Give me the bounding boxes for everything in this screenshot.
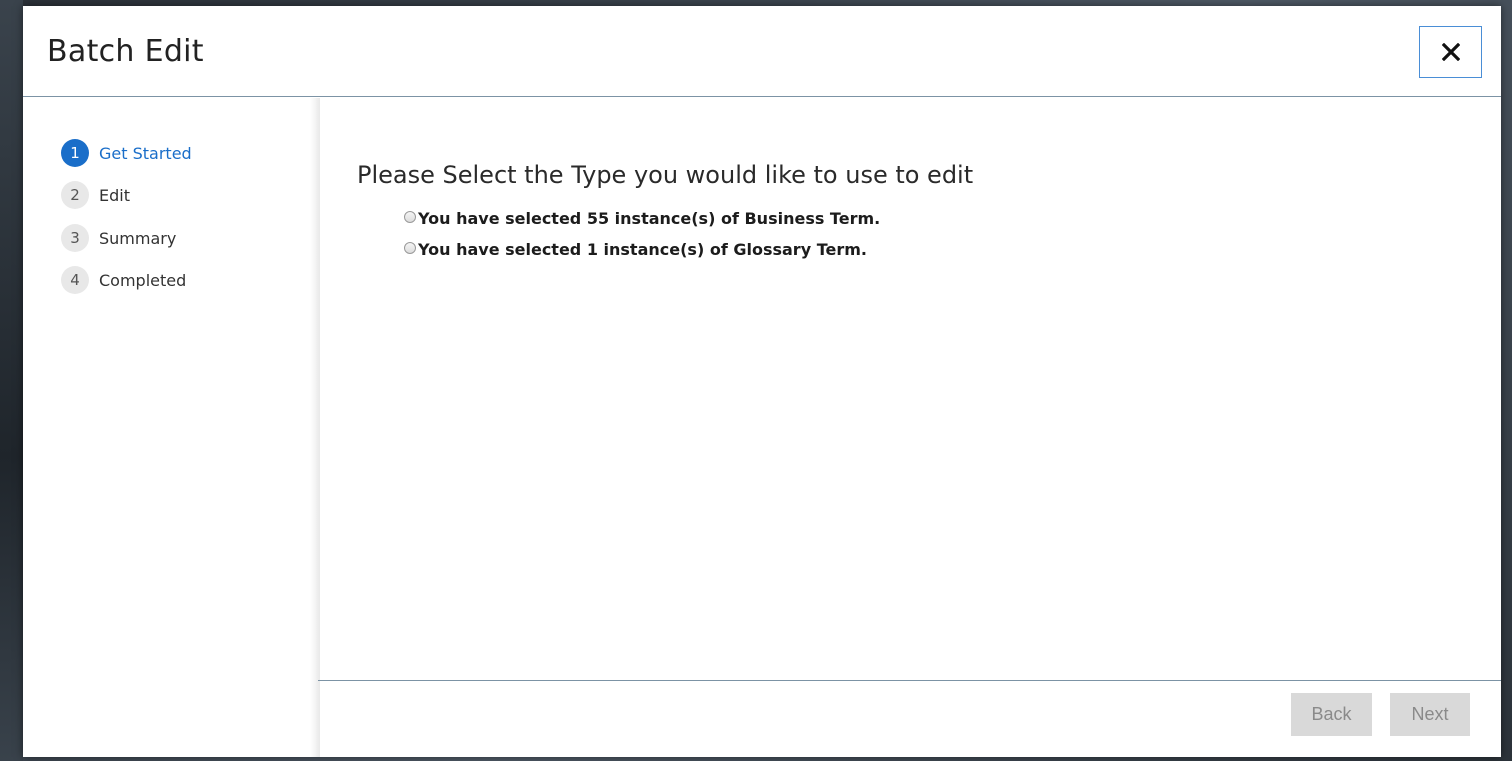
close-icon [1441, 43, 1460, 61]
type-selection-prompt: Please Select the Type you would like to… [357, 161, 974, 189]
dialog-footer: Back Next [318, 680, 1501, 757]
step-label: Completed [99, 270, 187, 290]
step-number-badge: 2 [61, 181, 89, 209]
dialog-title: Batch Edit [47, 34, 204, 69]
next-button[interactable]: Next [1390, 693, 1470, 736]
business-term-radio[interactable] [404, 210, 416, 223]
step-completed[interactable]: 4 Completed [61, 265, 186, 295]
dialog-header: Batch Edit [23, 6, 1501, 97]
step-get-started[interactable]: 1 Get Started [61, 138, 192, 168]
step-edit[interactable]: 2 Edit [61, 180, 130, 210]
option-label: You have selected 1 instance(s) of Gloss… [418, 240, 867, 259]
step-label: Get Started [99, 143, 192, 163]
close-button[interactable] [1419, 26, 1482, 78]
back-button[interactable]: Back [1291, 693, 1372, 736]
wizard-steps-sidebar: 1 Get Started 2 Edit 3 Summary 4 Complet… [23, 98, 318, 757]
step-content: Please Select the Type you would like to… [318, 98, 1501, 680]
step-number-badge: 3 [61, 224, 89, 252]
glossary-term-radio[interactable] [404, 241, 416, 254]
step-summary[interactable]: 3 Summary [61, 223, 176, 253]
option-business-term[interactable]: You have selected 55 instance(s) of Busi… [404, 209, 880, 228]
step-number-badge: 1 [61, 139, 89, 167]
step-label: Summary [99, 228, 177, 248]
step-number-badge: 4 [61, 266, 89, 294]
option-label: You have selected 55 instance(s) of Busi… [418, 209, 881, 228]
step-label: Edit [99, 185, 130, 205]
page-backdrop [0, 0, 23, 761]
option-glossary-term[interactable]: You have selected 1 instance(s) of Gloss… [404, 240, 867, 259]
batch-edit-dialog: Batch Edit 1 Get Started 2 Edit 3 Summar… [23, 6, 1501, 757]
